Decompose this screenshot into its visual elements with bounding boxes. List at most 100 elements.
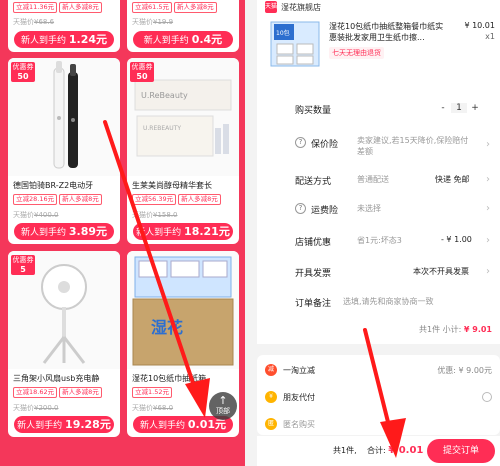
shop-header[interactable]: 天猫 湿花旗舰店 [265,0,321,14]
cta-price: 1.24元 [68,33,108,46]
buy-button[interactable]: 新人到手约 3.89元 [14,223,114,240]
svg-text:湿花: 湿花 [150,318,183,337]
cta-prefix: 新人到手约 [20,228,66,238]
submit-order-button[interactable]: 提交订单 [427,439,495,463]
product-title: 德国铂骑BR-Z2电动牙 [13,181,94,190]
newuser-tag: 新人多减8元 [59,2,102,13]
badge-value: 5 [20,265,26,274]
qty-value[interactable]: 1 [451,103,467,113]
bottom-bar: 共1件, 合计: ¥ 0.01 提交订单 [257,436,500,466]
chevron-right-icon: › [486,203,490,214]
order-product-price: ¥ 10.01 [464,21,495,30]
order-panel: 天猫 湿花旗舰店 10包 湿花10包纸巾抽纸整箱餐巾纸实惠装批发家用卫生纸巾擦.… [257,0,500,344]
etao-discount-label: 一淘立减 [283,365,315,375]
svg-text:U.ReBeauty: U.ReBeauty [141,91,188,100]
newuser-tag: 新人多减8元 [173,2,217,13]
invoice-value: 本次不开具发票 [413,267,469,276]
etao-discount-row[interactable]: 减 一淘立减 优惠: ¥ 9.00元 [265,364,492,376]
product-card[interactable]: U.ReBeauty U.REBEAUTY 优惠券 50 生莱美尚醇母精华套长 立… [127,58,239,244]
old-price-label: 天猫价 [13,211,34,219]
discount-tag: 立减1.52元 [132,387,172,398]
discount-tag: 立减18.62元 [13,387,58,398]
subtotal: 共1件 小计: ¥ 9.01 [257,324,500,335]
friend-pay-row[interactable]: ¥ 朋友代付 [265,391,492,403]
anonymous-label: 匿名购买 [283,419,315,429]
chevron-right-icon: › [486,266,490,277]
buy-button[interactable]: 新人到手约 1.24元 [14,31,114,48]
return-shipping-value: 未选择 [357,204,381,213]
old-price-label: 天猫价 [132,18,153,26]
svg-text:10包: 10包 [276,29,290,37]
etao-discount-value: 优惠: ¥ 9.00元 [437,365,492,375]
invoice-label: 开具发票 [295,269,332,279]
buy-button[interactable]: 新人到手约 19.28元 [14,416,114,433]
cta-prefix: 新人到手约 [143,36,189,46]
coupon-badge: 优惠券 50 [130,62,154,82]
old-price: ¥200.0 [34,404,59,412]
product-card[interactable]: 优惠券 5 三角架小风扇usb充电静 立减18.62元 新人多减8元 天猫价¥20… [8,251,120,437]
subtotal-label: 小计: [442,325,462,334]
badge-value: 50 [136,72,148,81]
total: 合计: ¥ 0.01 [367,445,423,456]
anonymous-row[interactable]: 匿 匿名购买 [265,418,492,430]
coupon-badge: 优惠券 5 [11,255,35,275]
friend-pay-label: 朋友代付 [283,392,315,402]
old-price-label: 天猫价 [132,211,153,219]
total-amount: ¥ 0.01 [388,445,424,456]
order-note-input[interactable]: 选填,请先和商家协商一致 [343,296,434,307]
newuser-tag: 新人多减8元 [59,194,102,205]
chevron-right-icon: › [486,174,490,185]
shop-promo-value: 省1元:坏态3 [357,236,402,245]
cta-prefix: 新人到手约 [136,228,182,238]
back-to-top-label: 顶部 [216,407,230,415]
cta-price: 0.01元 [187,418,227,431]
shipping-value: 普通配送 [357,175,389,184]
insurance-row[interactable]: ? 保价险 卖家建议,若15天降价,保险赔付差额 › [257,135,500,159]
discount-tag: 立减11.36元 [13,2,58,13]
back-to-top-button[interactable]: ↑ 顶部 [209,392,237,420]
anonymous-icon: 匿 [265,418,277,430]
quantity-stepper[interactable]: - 1 + [435,103,483,113]
product-feed[interactable]: 立减11.36元 新人多减8元 天猫价¥68.6 新人到手约 1.24元 立减6… [0,0,245,466]
newuser-tag: 新人多减8元 [178,194,221,205]
product-card[interactable]: 立减61.5元 新人多减8元 天猫价¥19.9 新人到手约 0.4元 [127,0,239,52]
old-price: ¥400.0 [34,211,59,219]
badge-value: 50 [17,72,29,81]
cta-prefix: 新人到手约 [20,36,66,46]
order-note-label: 订单备注 [295,299,332,309]
buy-quantity-label: 购买数量 [295,106,332,116]
seven-day-return-tag: 七天无理由退货 [329,47,384,59]
qty-minus-button[interactable]: - [435,103,451,113]
order-product-qty: x1 [485,32,495,41]
buy-button[interactable]: 新人到手约 18.21元 [133,223,233,240]
chevron-right-icon: › [486,139,490,150]
discount-tag: 立减28.16元 [13,194,58,205]
cta-prefix: 新人到手约 [139,421,185,431]
newuser-tag: 新人多减8元 [59,387,102,398]
buy-button[interactable]: 新人到手约 0.4元 [133,31,233,48]
cta-price: 0.4元 [191,33,223,46]
order-product-title: 湿花10包纸巾抽纸整箱餐巾纸实惠装批发家用卫生纸巾擦... [329,22,444,42]
old-price-label: 天猫价 [132,404,153,412]
friend-pay-radio[interactable] [482,392,492,402]
coupon-badge: 优惠券 50 [11,62,35,82]
cta-price: 3.89元 [68,225,108,238]
insurance-label: 保价险 [311,140,339,150]
product-card[interactable]: 优惠券 50 德国铂骑BR-Z2电动牙 立减28.16元 新人多减8元 天猫价¥4… [8,58,120,244]
product-title: 三角架小风扇usb充电静 [13,374,100,383]
shop-name: 湿花旗舰店 [281,2,321,12]
chevron-right-icon: › [486,235,490,246]
subtotal-count: 共1件 [419,325,441,334]
promo-section: 减 一淘立减 优惠: ¥ 9.00元 ¥ 朋友代付 匿 匿名购买 [257,355,500,435]
insurance-value: 卖家建议,若15天降价,保险赔付差额 [357,136,469,156]
old-price: ¥68.0 [153,404,174,412]
subtotal-amount: ¥ 9.01 [463,325,492,334]
product-card[interactable]: 立减11.36元 新人多减8元 天猫价¥68.6 新人到手约 1.24元 [8,0,120,52]
old-price-label: 天猫价 [13,18,34,26]
arrow-up-icon: ↑ [218,394,228,407]
friend-pay-icon: ¥ [265,391,277,403]
qty-plus-button[interactable]: + [467,103,483,113]
svg-text:U.REBEAUTY: U.REBEAUTY [143,125,181,132]
total-label: 合计: [367,446,386,455]
shop-promo-amount: - ¥ 1.00 [441,235,472,244]
